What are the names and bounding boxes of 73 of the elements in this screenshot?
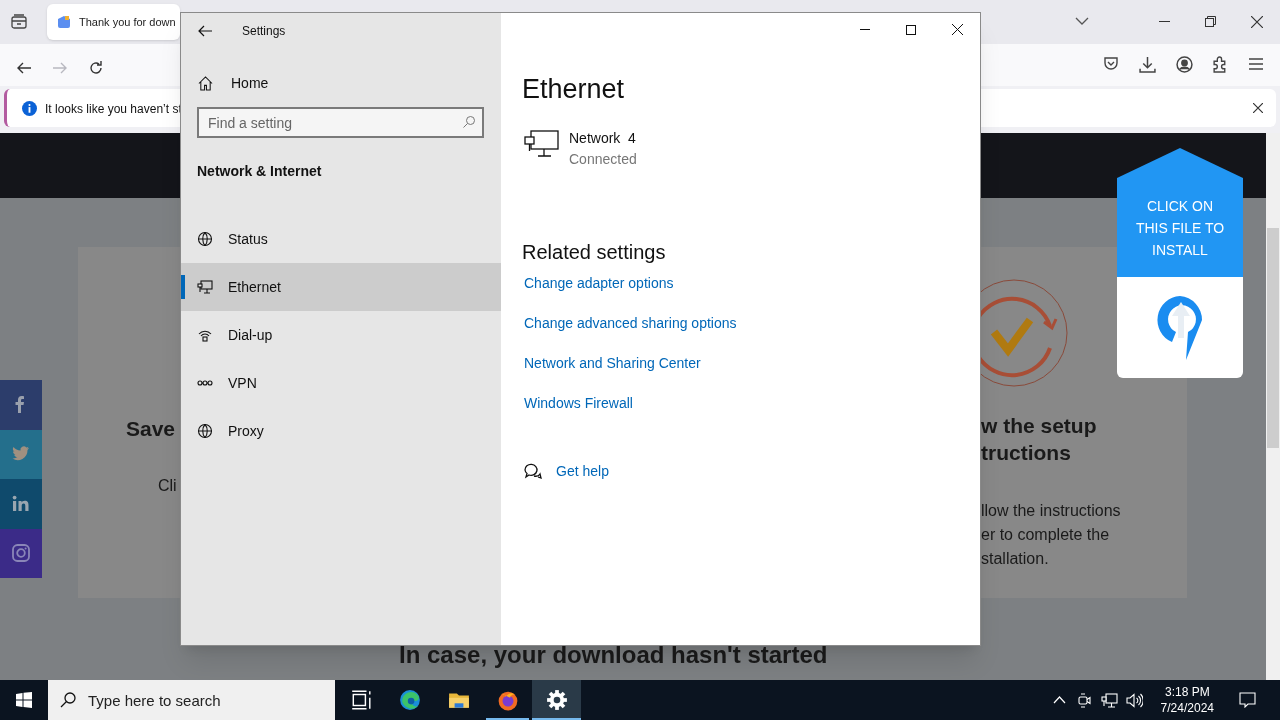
windows-logo-icon <box>16 692 32 708</box>
info-icon <box>22 101 37 116</box>
settings-link[interactable]: Change advanced sharing options <box>524 312 737 334</box>
restore-icon[interactable] <box>1205 16 1216 27</box>
card-text: er to complete the <box>981 525 1111 545</box>
search-field[interactable]: Find a setting <box>197 107 484 138</box>
globe-icon <box>197 231 213 247</box>
close-icon[interactable] <box>1253 103 1263 113</box>
download-icon[interactable] <box>1139 56 1156 73</box>
close-icon <box>951 24 963 35</box>
card-text: Cli <box>158 476 177 496</box>
firefox-browser-icon <box>496 689 519 711</box>
back-icon[interactable] <box>198 24 212 37</box>
window-title: Settings <box>242 22 286 40</box>
social-button[interactable] <box>0 380 42 430</box>
card-title: tructions <box>981 440 1072 466</box>
home-icon <box>198 75 213 91</box>
minimize-icon[interactable] <box>1159 21 1170 23</box>
search-icon <box>463 116 475 128</box>
nav-item[interactable]: Proxy <box>181 407 501 455</box>
menu-icon[interactable] <box>1249 58 1263 70</box>
gear-icon <box>545 689 568 711</box>
nav-item[interactable]: VPN <box>181 359 501 407</box>
edge-browser-icon <box>398 689 421 711</box>
maximize-icon <box>906 24 916 35</box>
section-heading: Network & Internet <box>197 162 323 181</box>
help-chat-icon <box>524 462 542 480</box>
taskbar-search-field[interactable]: Type here to search <box>48 680 335 720</box>
nav-item[interactable]: Ethernet <box>181 263 501 311</box>
site-favicon-icon <box>56 14 72 30</box>
nav-item[interactable]: Status <box>181 215 501 263</box>
browser-tab[interactable]: Thank you for down <box>47 4 180 40</box>
instagram-icon <box>11 543 31 564</box>
volume-icon[interactable] <box>1125 692 1143 708</box>
linkedin-icon <box>11 493 31 514</box>
social-button[interactable] <box>0 479 42 529</box>
back-icon[interactable] <box>16 60 32 76</box>
get-help-link[interactable]: Get help <box>556 460 609 482</box>
chevron-up-icon[interactable] <box>1052 696 1066 704</box>
card-text: stallation. <box>981 549 1050 569</box>
ethernet-pc-icon <box>197 279 213 295</box>
search-icon <box>60 692 76 708</box>
tab-title: Thank you for down <box>79 14 176 30</box>
reload-icon[interactable] <box>88 60 104 76</box>
minimize-icon <box>860 29 870 30</box>
section-heading: Related settings <box>522 239 666 265</box>
card-title: w the setup <box>981 413 1097 439</box>
page-banner-text: In case, your download hasn't started <box>399 640 828 670</box>
tab-list-icon[interactable] <box>11 14 27 30</box>
home-item[interactable]: Home <box>181 69 501 97</box>
globe-icon <box>197 423 213 439</box>
account-icon[interactable] <box>1176 56 1193 73</box>
settings-link[interactable]: Windows Firewall <box>524 392 633 414</box>
card-title: Save <box>126 416 176 442</box>
nav-item[interactable]: Dial-up <box>181 311 501 359</box>
badge-text: CLICK ON THIS FILE TO INSTALL <box>1134 196 1226 260</box>
ethernet-pc-icon <box>524 129 559 158</box>
camera-icon[interactable] <box>1076 692 1092 708</box>
notifications-icon[interactable] <box>1239 692 1256 708</box>
network-icon[interactable] <box>1100 692 1118 708</box>
close-icon[interactable] <box>1251 16 1263 28</box>
clock[interactable]: 3:18 PM 7/24/2024 <box>1152 684 1222 716</box>
taskbar-app-button[interactable] <box>532 680 581 720</box>
tab-overflow-icon[interactable] <box>1075 16 1089 26</box>
network-status: Connected <box>569 149 637 169</box>
network-name[interactable]: Network 4 <box>569 127 637 149</box>
settings-link[interactable]: Network and Sharing Center <box>524 352 701 374</box>
task-view-icon <box>349 689 372 711</box>
pocket-icon[interactable] <box>1103 56 1119 72</box>
settings-link[interactable]: Change adapter options <box>524 272 674 294</box>
card-text: llow the instructions <box>981 501 1121 521</box>
social-button[interactable] <box>0 528 42 578</box>
page-heading: Ethernet <box>522 73 625 106</box>
